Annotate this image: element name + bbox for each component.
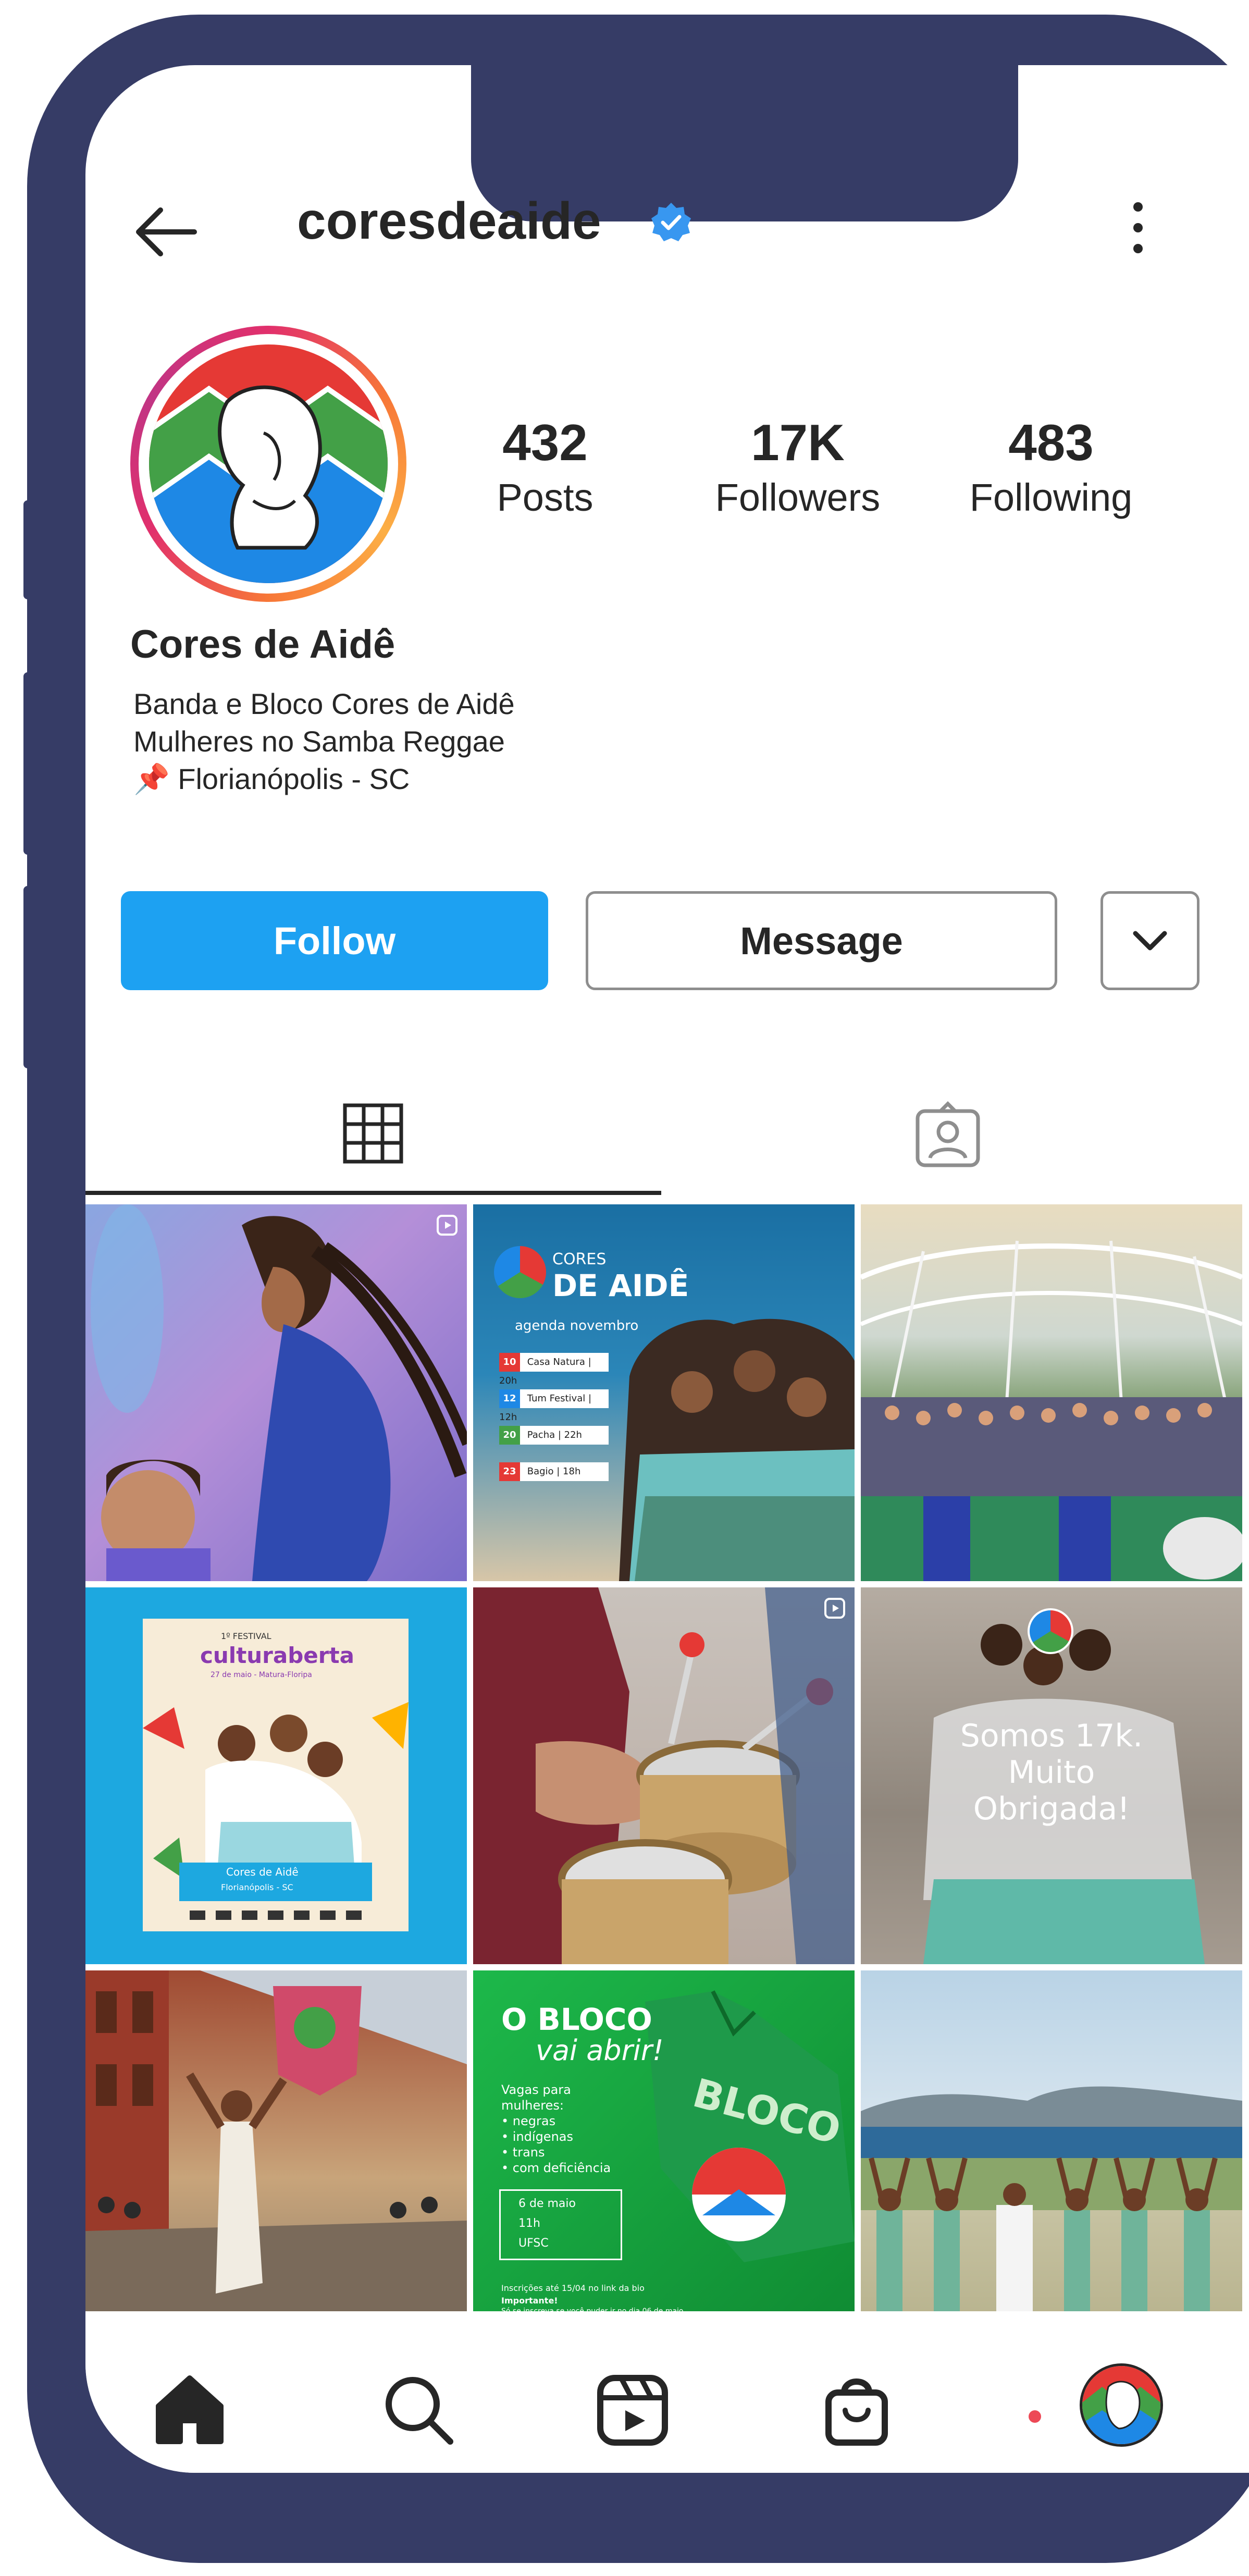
suggested-accounts-button[interactable]	[1100, 891, 1199, 990]
home-icon[interactable]	[148, 2369, 231, 2452]
profile-username: coresdeaide	[297, 192, 601, 250]
post-tile[interactable]	[473, 1587, 855, 1964]
poster-festival: 1º FESTIVAL	[221, 1631, 271, 1641]
post-logo	[494, 1246, 546, 1298]
search-icon[interactable]	[377, 2369, 461, 2452]
more-vertical-icon[interactable]	[1122, 195, 1154, 263]
poster-sponsors	[190, 1911, 362, 1920]
post-tile[interactable]: BLOCO O BLOCO vai abrir! Vagas para mulh…	[473, 1970, 855, 2347]
agenda-day: 20	[499, 1426, 520, 1445]
poster-banner: Cores de Aidê Florianópolis - SC	[179, 1863, 372, 1901]
bio-line: 📌 Florianópolis - SC	[133, 762, 410, 795]
poster-title: culturaberta	[200, 1643, 354, 1668]
following-count: 483	[1008, 414, 1094, 471]
display-name: Cores de Aidê	[130, 622, 395, 667]
posts-label: Posts	[497, 476, 593, 519]
bottom-nav	[85, 2311, 1249, 2473]
post-text: Vagas para	[501, 2082, 571, 2097]
post-note: Importante!	[501, 2296, 558, 2306]
post-tile[interactable]: 1º FESTIVAL culturaberta 27 de maio - Ma…	[85, 1587, 467, 1964]
following-label: Following	[969, 476, 1133, 519]
post-subtitle: agenda novembro	[515, 1318, 639, 1334]
post-note: Inscrições até 15/04 no link da bio	[501, 2283, 645, 2293]
post-tile[interactable]: Somos 17k. Muito Obrigada!	[861, 1587, 1242, 1964]
agenda-text: Pacha | 22h	[527, 1429, 582, 1440]
app-screen: coresdeaide 432 Posts 17K Followers 483 …	[85, 65, 1249, 2473]
post-text: • indígenas	[501, 2129, 573, 2144]
side-button	[23, 672, 39, 855]
chevron-down-icon	[1133, 931, 1167, 951]
post-tile[interactable]	[85, 1204, 467, 1581]
event-date: 6 de maio	[518, 2197, 576, 2210]
event-box: 6 de maio 11h UFSC	[499, 2189, 622, 2260]
post-text: • trans	[501, 2145, 545, 2160]
post-tile[interactable]	[861, 1970, 1242, 2347]
post-caption: Muito	[1008, 1754, 1095, 1791]
agenda-row: 23 Bagio | 18h	[499, 1462, 609, 1481]
followers-label: Followers	[715, 476, 881, 519]
event-place: UFSC	[518, 2237, 549, 2250]
notification-dot	[1029, 2410, 1041, 2423]
verified-badge-icon	[650, 202, 692, 243]
post-title: vai abrir!	[536, 2034, 664, 2067]
bio-line: Mulheres no Samba Reggae	[133, 725, 505, 758]
shop-icon[interactable]	[815, 2369, 898, 2452]
bio: Banda e Bloco Cores de Aidê Mulheres no …	[133, 685, 515, 798]
post-logo	[1028, 1608, 1073, 1654]
active-tab-indicator	[85, 1191, 661, 1195]
posts-count: 432	[502, 414, 588, 471]
followers-count: 17K	[751, 414, 845, 471]
grid-icon[interactable]	[342, 1102, 404, 1165]
poster: 1º FESTIVAL culturaberta 27 de maio - Ma…	[143, 1619, 409, 1931]
arrow-left-icon[interactable]	[129, 195, 202, 268]
poster-date: 27 de maio - Matura-Floripa	[211, 1671, 312, 1679]
follow-button[interactable]: Follow	[121, 891, 548, 990]
poster-place: Florianópolis - SC	[221, 1882, 293, 1892]
side-button	[23, 886, 39, 1068]
stat-posts[interactable]: 432 Posts	[436, 413, 654, 520]
message-button[interactable]: Message	[586, 891, 1057, 990]
profile-avatar[interactable]	[1080, 2363, 1163, 2447]
agenda-day: 23	[499, 1462, 520, 1481]
post-logo-text: CORES	[552, 1250, 607, 1268]
agenda-day: 12	[499, 1389, 520, 1408]
post-tile[interactable]	[861, 1204, 1242, 1581]
bio-line: Banda e Bloco Cores de Aidê	[133, 687, 515, 720]
agenda-row: 12 Tum Festival | 12h	[499, 1389, 609, 1423]
agenda-text: Bagio | 18h	[527, 1466, 581, 1477]
post-tile[interactable]: CORES DE AIDÊ agenda novembro 10 Casa Na…	[473, 1204, 855, 1581]
side-button	[23, 500, 39, 599]
post-tile[interactable]	[85, 1970, 467, 2347]
event-time: 11h	[518, 2217, 540, 2230]
stat-followers[interactable]: 17K Followers	[688, 413, 907, 520]
reel-icon	[823, 1597, 846, 1622]
post-caption: Obrigada!	[973, 1791, 1130, 1827]
profile-avatar[interactable]	[130, 326, 406, 602]
agenda-day: 10	[499, 1353, 520, 1372]
post-caption: Somos 17k.	[960, 1718, 1143, 1754]
post-text: • com deficiência	[501, 2161, 611, 2175]
agenda-row: 20 Pacha | 22h	[499, 1426, 609, 1445]
reels-icon[interactable]	[591, 2369, 674, 2452]
tagged-person-icon[interactable]	[911, 1100, 984, 1173]
poster-band: Cores de Aidê	[226, 1866, 299, 1878]
reel-icon	[436, 1214, 459, 1239]
stat-following[interactable]: 483 Following	[942, 413, 1160, 520]
agenda-row: 10 Casa Natura | 20h	[499, 1353, 609, 1386]
post-title: O BLOCO	[501, 2002, 652, 2037]
post-text: mulheres:	[501, 2098, 564, 2113]
post-logo-text: DE AIDÊ	[552, 1268, 689, 1303]
post-text: • negras	[501, 2114, 556, 2128]
